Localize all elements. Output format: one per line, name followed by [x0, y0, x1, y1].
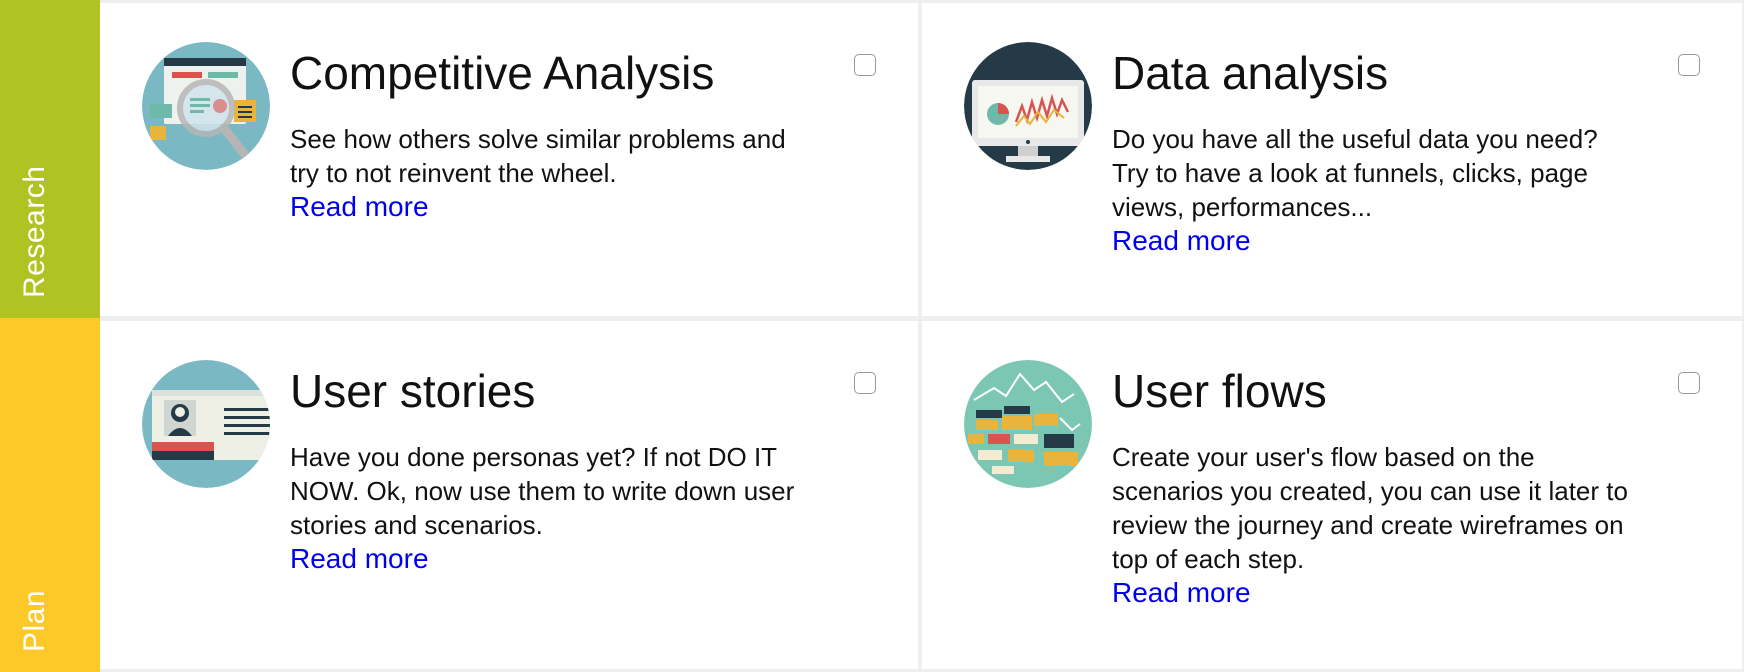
done-checkbox[interactable]: [854, 372, 876, 394]
phase-label-research: Research: [0, 0, 100, 318]
card-description: See how others solve similar problems an…: [290, 124, 786, 188]
card-title: Data analysis: [1112, 47, 1389, 99]
flow-diagram-icon: [964, 360, 1092, 488]
card-data-analysis: Data analysis Do you have all the useful…: [922, 3, 1742, 316]
ux-process-board: Research Competitive Analysis See how ot…: [0, 0, 1744, 672]
card-title: User flows: [1112, 365, 1327, 417]
card-competitive-analysis: Competitive Analysis See how others solv…: [100, 3, 918, 316]
card-description: Create your user's flow based on the sce…: [1112, 442, 1628, 574]
done-checkbox[interactable]: [1678, 372, 1700, 394]
phase-row-plan: Plan User stories Have you done personas…: [0, 318, 1744, 672]
card-body: Create your user's flow based on the sce…: [1112, 440, 1632, 610]
read-more-link[interactable]: Read more: [1112, 576, 1251, 610]
done-checkbox[interactable]: [854, 54, 876, 76]
card-body: Do you have all the useful data you need…: [1112, 122, 1632, 258]
phase-label-plan-text: Plan: [18, 589, 51, 652]
card-description: Have you done personas yet? If not DO IT…: [290, 442, 795, 540]
phase-label-plan: Plan: [0, 318, 100, 672]
read-more-link[interactable]: Read more: [290, 190, 429, 224]
read-more-link[interactable]: Read more: [1112, 224, 1251, 258]
read-more-link[interactable]: Read more: [290, 542, 429, 576]
card-user-stories: User stories Have you done personas yet?…: [100, 321, 918, 669]
card-body: See how others solve similar problems an…: [290, 122, 810, 224]
card-title: Competitive Analysis: [290, 47, 715, 99]
done-checkbox[interactable]: [1678, 54, 1700, 76]
card-description: Do you have all the useful data you need…: [1112, 124, 1598, 222]
card-user-flows: User flows Create your user's flow based…: [922, 321, 1742, 669]
card-title: User stories: [290, 365, 536, 417]
magnifier-webpage-icon: [142, 42, 270, 170]
card-body: Have you done personas yet? If not DO IT…: [290, 440, 810, 576]
phase-row-research: Research Competitive Analysis See how ot…: [0, 0, 1744, 318]
phase-label-research-text: Research: [18, 165, 51, 298]
monitor-chart-icon: [964, 42, 1092, 170]
id-card-icon: [142, 360, 270, 488]
